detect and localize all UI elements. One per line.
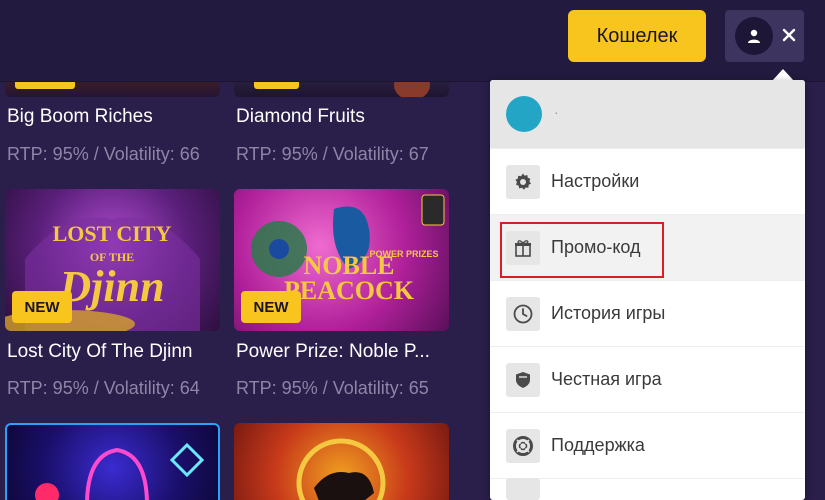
menu-item-label: Поддержка <box>551 435 645 455</box>
game-meta: RTP: 95% / Volatility: 67 <box>236 144 429 164</box>
lifebuoy-icon <box>506 428 540 463</box>
game-meta: RTP: 95% / Volatility: 66 <box>7 144 200 164</box>
close-icon[interactable] <box>777 23 801 47</box>
svg-text:PEACOCK: PEACOCK <box>284 276 415 305</box>
user-icon[interactable] <box>735 17 773 55</box>
game-title[interactable]: Diamond Fruits <box>236 106 451 128</box>
menu-item-label: История игры <box>551 303 666 323</box>
bell-artwork <box>35 442 205 500</box>
user-dropdown-menu: · Настройки Промо-код История игры Честн… <box>490 80 805 500</box>
menu-item-support[interactable]: Поддержка <box>490 412 805 478</box>
menu-icon-partial <box>506 478 540 500</box>
menu-item-game-history[interactable]: История игры <box>490 280 805 346</box>
new-badge: NEW <box>12 291 72 323</box>
shield-icon <box>506 362 540 397</box>
game-title[interactable]: Lost City Of The Djinn <box>7 341 222 363</box>
gear-icon <box>506 164 540 199</box>
game-meta: RTP: 95% / Volatility: 65 <box>236 378 429 398</box>
menu-item-fair-play[interactable]: Честная игра <box>490 346 805 412</box>
avatar <box>506 96 542 132</box>
clock-icon <box>506 296 540 331</box>
game-meta: RTP: 95% / Volatility: 64 <box>7 378 200 398</box>
menu-item-label: Честная игра <box>551 369 662 389</box>
wallet-button[interactable]: Кошелек <box>568 10 706 62</box>
svg-text:LOST CITY: LOST CITY <box>53 221 172 246</box>
game-thumbnail[interactable] <box>5 423 220 500</box>
menu-username: · <box>554 104 559 120</box>
game-thumbnail[interactable] <box>234 423 449 500</box>
top-bar: Кошелек <box>0 0 825 82</box>
menu-item-settings[interactable]: Настройки <box>490 148 805 214</box>
new-badge: NEW <box>241 291 301 323</box>
bull-artwork <box>296 438 386 500</box>
game-title[interactable]: Power Prize: Noble P... <box>236 341 451 363</box>
game-title[interactable]: Big Boom Riches <box>7 106 222 128</box>
user-menu-toggle[interactable] <box>725 10 804 62</box>
promo-code-highlight <box>500 222 664 278</box>
menu-item-next[interactable] <box>490 478 805 500</box>
svg-text:POWER PRIZES: POWER PRIZES <box>369 249 438 259</box>
menu-user-header: · <box>490 80 805 148</box>
menu-item-label: Настройки <box>551 171 640 191</box>
svg-text:Djinn: Djinn <box>58 262 164 311</box>
